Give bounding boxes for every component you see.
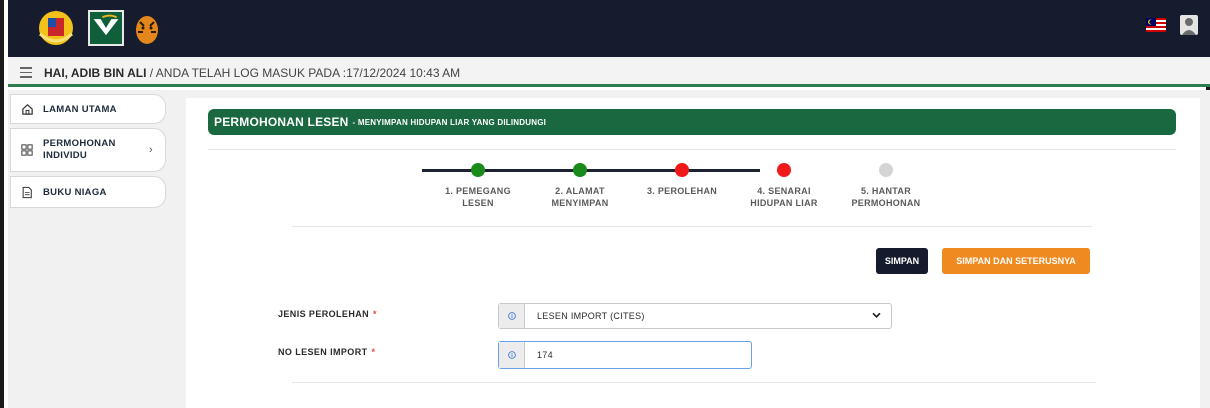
step-label-line2: PERMOHONAN xyxy=(851,198,921,208)
step-label-line1: 1. PEMEGANG xyxy=(445,186,511,196)
top-bar xyxy=(8,0,1210,57)
page-title-bar: PERMOHONAN LESEN - MENYIMPAN HIDUPAN LIA… xyxy=(208,109,1176,135)
sidebar-item-permohonan-individu[interactable]: PERMOHONAN INDIVIDU › xyxy=(10,128,166,172)
sidebar-item-buku-niaga[interactable]: BUKU NIAGA xyxy=(10,176,166,208)
malaysia-flag-icon[interactable] xyxy=(1146,18,1166,32)
save-and-next-button[interactable]: SIMPAN DAN SETERUSNYA xyxy=(942,248,1090,274)
input-value: 174 xyxy=(537,350,553,360)
chevron-right-icon: › xyxy=(149,144,153,156)
jenis-perolehan-select[interactable]: LESEN IMPORT (CITES) xyxy=(498,303,892,329)
save-button[interactable]: SIMPAN xyxy=(876,248,928,274)
greeting-bar: HAI, ADIB BIN ALI / ANDA TELAH LOG MASUK… xyxy=(8,57,1210,87)
perhilitan-emblem-icon xyxy=(93,14,119,36)
home-icon xyxy=(19,103,35,116)
info-icon xyxy=(499,304,525,328)
perhilitan-logo[interactable] xyxy=(88,10,124,46)
jenis-perolehan-label: JENIS PEROLEHAN * xyxy=(278,309,377,319)
required-mark: * xyxy=(371,347,376,357)
no-lesen-import-input[interactable]: 174 xyxy=(498,341,752,369)
step-label-line2: LESEN xyxy=(462,198,494,208)
document-icon xyxy=(19,186,35,199)
hamburger-menu-icon[interactable] xyxy=(20,67,32,81)
step-label-line1: 4. SENARAI xyxy=(757,186,811,196)
step-3-label[interactable]: 3. PEROLEHAN xyxy=(632,185,732,197)
grid-icon xyxy=(19,144,35,156)
malaysia-crest-logo[interactable] xyxy=(36,8,76,48)
step-5-dot xyxy=(879,163,893,177)
step-label-line2: MENYIMPAN xyxy=(551,198,609,208)
main-card: PERMOHONAN LESEN - MENYIMPAN HIDUPAN LIA… xyxy=(186,98,1200,408)
step-label-line2: HIDUPAN LIAR xyxy=(750,198,818,208)
chevron-down-icon xyxy=(872,311,881,322)
step-label-line1: 5. HANTAR xyxy=(860,186,912,196)
tiger-logo[interactable] xyxy=(132,8,162,48)
step-label-line1: 2. ALAMAT xyxy=(555,186,605,196)
step-5-label[interactable]: 5. HANTAR PERMOHONAN xyxy=(836,185,936,209)
step-1-label[interactable]: 1. PEMEGANG LESEN xyxy=(428,185,528,209)
sidebar-item-laman-utama[interactable]: LAMAN UTAMA xyxy=(10,94,166,124)
step-2-label[interactable]: 2. ALAMAT MENYIMPAN xyxy=(530,185,630,209)
step-3-dot xyxy=(675,163,689,177)
app-window: HAI, ADIB BIN ALI / ANDA TELAH LOG MASUK… xyxy=(0,0,1210,408)
login-greeting: HAI, ADIB BIN ALI / ANDA TELAH LOG MASUK… xyxy=(44,66,460,80)
user-avatar-icon[interactable] xyxy=(1180,15,1198,35)
step-label-line1: 3. PEROLEHAN xyxy=(646,186,718,196)
sidebar-item-label-line1: PERMOHONAN xyxy=(43,138,116,149)
step-4-label[interactable]: 4. SENARAI HIDUPAN LIAR xyxy=(734,185,834,209)
sidebar-item-label: BUKU NIAGA xyxy=(43,186,107,198)
no-lesen-import-label: NO LESEN IMPORT * xyxy=(278,347,375,357)
sidebar-item-label-group: PERMOHONAN INDIVIDU xyxy=(43,138,116,162)
login-timestamp: / ANDA TELAH LOG MASUK PADA :17/12/2024 … xyxy=(146,66,461,80)
step-4-dot xyxy=(777,163,791,177)
required-mark: * xyxy=(373,309,377,319)
field-label-text: JENIS PEROLEHAN xyxy=(278,309,370,319)
user-silhouette-icon xyxy=(1182,18,1196,35)
step-2-dot xyxy=(573,163,587,177)
page-title: PERMOHONAN LESEN xyxy=(214,115,349,129)
user-greeting: HAI, ADIB BIN ALI xyxy=(44,66,147,80)
sidebar-item-label-line2: INDIVIDU xyxy=(43,150,88,161)
field-label-text: NO LESEN IMPORT xyxy=(278,347,368,357)
info-icon xyxy=(499,342,525,368)
select-value: LESEN IMPORT (CITES) xyxy=(537,311,645,321)
step-1-dot xyxy=(471,163,485,177)
divider xyxy=(292,226,1092,227)
divider xyxy=(208,149,1176,150)
divider xyxy=(292,382,1096,383)
page-subtitle: - MENYIMPAN HIDUPAN LIAR YANG DILINDUNGI xyxy=(352,117,547,127)
sidebar-item-label: LAMAN UTAMA xyxy=(43,103,117,115)
